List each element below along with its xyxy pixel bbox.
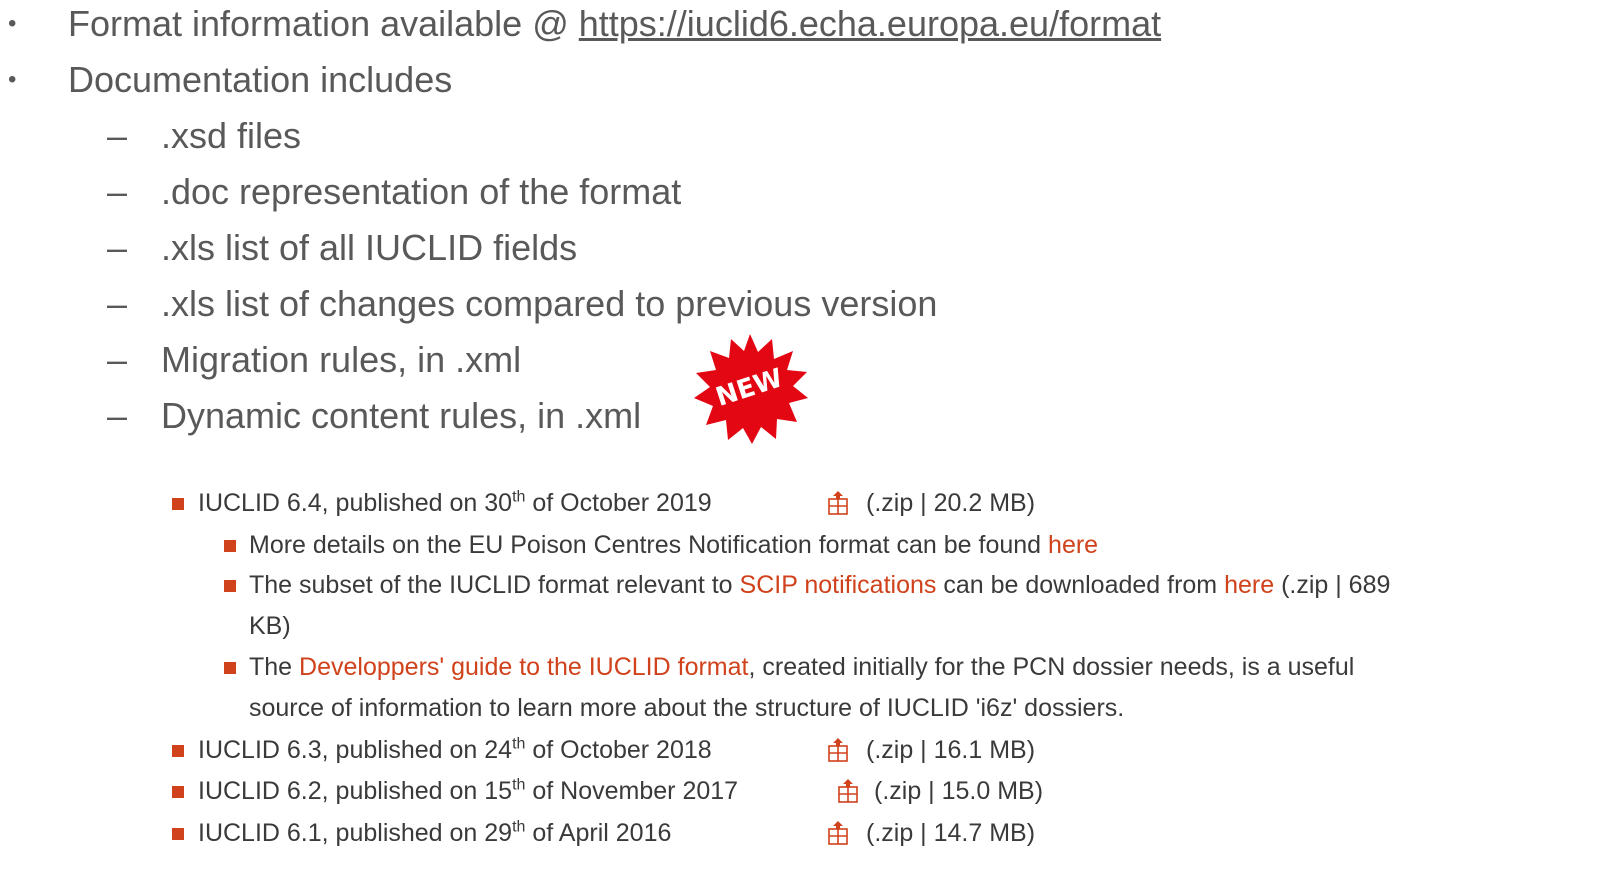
developers-guide-link[interactable]: Developpers' guide to the IUCLID format	[299, 653, 748, 681]
release-6-3-sup: th	[512, 735, 526, 753]
dash-3: –	[107, 227, 128, 268]
download-icon[interactable]	[826, 737, 850, 763]
detail-scip-text-3: (.zip | 689	[1274, 571, 1391, 599]
sub-bullet-doc: .doc representation of the format	[161, 171, 682, 212]
square-bullet-icon	[224, 662, 236, 674]
dash-4: –	[107, 283, 128, 324]
dash-5: –	[107, 339, 128, 380]
sub-bullet-xls-fields: .xls list of all IUCLID fields	[161, 227, 578, 268]
bullet-documentation: Documentation includes	[68, 59, 453, 100]
sub-bullet-xls-changes: .xls list of changes compared to previou…	[161, 283, 938, 324]
scip-here-link[interactable]: here	[1224, 571, 1274, 599]
detail-guide-text-1: The	[249, 653, 300, 681]
release-6-1: IUCLID 6.1, published on 29th of April 2…	[198, 818, 671, 848]
square-bullet-icon	[172, 828, 184, 840]
release-6-2-file: (.zip | 15.0 MB)	[874, 777, 1044, 805]
release-6-1-name: IUCLID 6.1, published on 29	[198, 819, 513, 847]
detail-guide: The Developpers' guide to the IUCLID for…	[249, 652, 1354, 682]
bullet-dot-2: •	[8, 66, 17, 93]
release-6-3-file: (.zip | 16.1 MB)	[866, 736, 1036, 764]
detail-scip-size-cont: KB)	[249, 612, 291, 640]
square-bullet-icon	[224, 580, 236, 592]
dash-1: –	[107, 115, 128, 156]
release-6-3-date: of October 2018	[525, 736, 712, 764]
square-bullet-icon	[172, 745, 184, 757]
download-icon[interactable]	[836, 778, 860, 804]
detail-pcn: More details on the EU Poison Centres No…	[249, 530, 1098, 560]
sub-bullet-migration: Migration rules, in .xml	[161, 339, 522, 380]
format-info-link[interactable]: https://iuclid6.echa.europa.eu/format	[579, 3, 1161, 44]
release-6-4-file: (.zip | 20.2 MB)	[866, 489, 1036, 517]
detail-scip: The subset of the IUCLID format relevant…	[249, 570, 1390, 600]
detail-scip-text-1: The subset of the IUCLID format relevant…	[249, 571, 740, 599]
square-bullet-icon	[172, 786, 184, 798]
detail-guide-cont: source of information to learn more abou…	[249, 694, 1125, 722]
release-6-2-name: IUCLID 6.2, published on 15	[198, 777, 513, 805]
release-6-4-sup: th	[512, 488, 526, 506]
dash-6: –	[107, 395, 128, 436]
release-6-4-date: of October 2019	[525, 489, 712, 517]
release-6-2-sup: th	[512, 776, 526, 794]
release-6-2-date: of November 2017	[525, 777, 739, 805]
release-6-1-date: of April 2016	[525, 819, 672, 847]
square-bullet-icon	[224, 540, 236, 552]
format-info-text: Format information available @	[68, 3, 579, 44]
detail-pcn-text: More details on the EU Poison Centres No…	[249, 531, 1049, 559]
square-bullet-icon	[172, 498, 184, 510]
sub-bullet-xsd: .xsd files	[161, 115, 302, 156]
detail-scip-text-2: can be downloaded from	[936, 571, 1225, 599]
bullet-dot-1: •	[8, 10, 17, 37]
download-icon[interactable]	[826, 490, 850, 516]
download-icon[interactable]	[826, 820, 850, 846]
dash-2: –	[107, 171, 128, 212]
bullet-format-info: Format information available @ https://i…	[68, 4, 1161, 44]
detail-guide-text-2: , created initially for the PCN dossier …	[748, 653, 1355, 681]
release-6-1-sup: th	[512, 818, 526, 836]
pcn-here-link[interactable]: here	[1048, 531, 1098, 559]
release-6-3-name: IUCLID 6.3, published on 24	[198, 736, 513, 764]
release-6-1-file: (.zip | 14.7 MB)	[866, 819, 1036, 847]
new-badge-icon: NEW	[694, 334, 808, 444]
release-6-3: IUCLID 6.3, published on 24th of October…	[198, 735, 712, 765]
release-6-4-name: IUCLID 6.4, published on 30	[198, 489, 513, 517]
sub-bullet-dynamic: Dynamic content rules, in .xml	[161, 395, 642, 436]
release-6-4: IUCLID 6.4, published on 30th of October…	[198, 488, 712, 518]
release-6-2: IUCLID 6.2, published on 15th of Novembe…	[198, 776, 738, 806]
scip-notifications-link[interactable]: SCIP notifications	[740, 571, 937, 599]
